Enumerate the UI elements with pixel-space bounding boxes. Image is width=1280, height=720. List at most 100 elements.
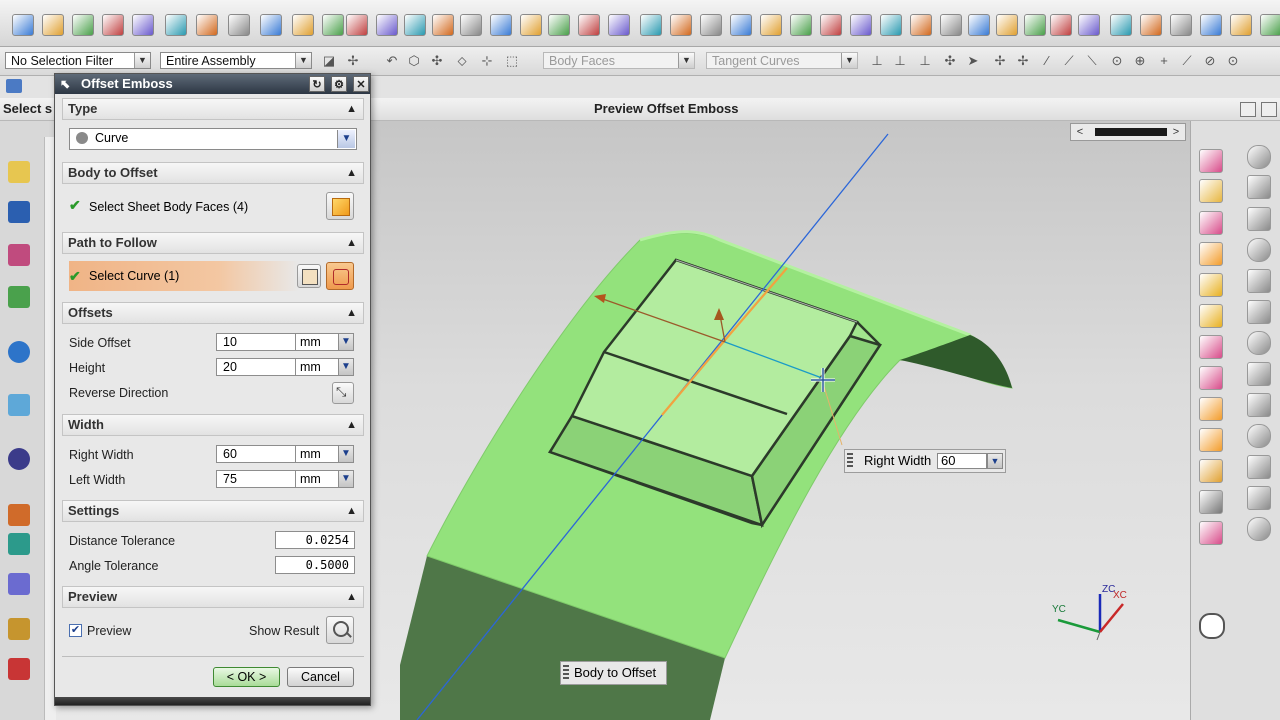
toolbar-command-icon[interactable] (1024, 14, 1046, 36)
render-style-icon[interactable] (1247, 331, 1271, 355)
snap-point-icon[interactable]: ✢ (1016, 54, 1030, 68)
rectangle-select-icon[interactable]: ⬚ (505, 54, 519, 68)
toolbar-command-icon[interactable] (820, 14, 842, 36)
toolbar-command-icon[interactable] (608, 14, 630, 36)
selection-scope-dropdown[interactable]: Entire Assembly ▼ (160, 52, 312, 69)
toolbar-command-icon[interactable] (1170, 14, 1192, 36)
cancel-button[interactable]: Cancel (287, 667, 354, 687)
filter-icon[interactable]: ◪ (322, 54, 336, 68)
toolbar-command-icon[interactable] (460, 14, 482, 36)
render-style-icon[interactable] (1247, 486, 1271, 510)
toolbar-command-icon[interactable] (996, 14, 1018, 36)
drag-grip-icon[interactable] (847, 453, 853, 469)
section-settings-header[interactable]: Settings ▲ (62, 500, 364, 522)
toolbar-command-icon[interactable] (1260, 14, 1280, 36)
toolbar-command-icon[interactable] (1200, 14, 1222, 36)
edit-object-display-icon[interactable] (1199, 428, 1223, 452)
toolbar-command-icon[interactable] (346, 14, 368, 36)
render-style-icon[interactable] (1247, 145, 1271, 169)
snap-point-icon[interactable]: ⊙ (1226, 54, 1240, 68)
side-offset-unit[interactable]: mm (296, 333, 339, 351)
left-width-input[interactable]: 75 (216, 470, 296, 488)
toolbar-command-icon[interactable] (1078, 14, 1100, 36)
snap-point-icon[interactable]: ⊥ (870, 54, 884, 68)
toolbar-command-icon[interactable] (1230, 14, 1252, 36)
scroll-thumb[interactable] (1095, 128, 1167, 136)
type-dropdown[interactable]: Curve ▼ (69, 128, 357, 150)
angle-tolerance-input[interactable]: 0.5000 (275, 556, 355, 574)
snap-point-icon[interactable]: + (1157, 54, 1171, 68)
chevron-left-icon[interactable]: < (1072, 125, 1088, 139)
show-result-button[interactable] (326, 616, 354, 644)
system-scenes-icon[interactable] (8, 658, 30, 680)
chevron-down-icon[interactable]: ▼ (987, 453, 1003, 469)
section-preview-header[interactable]: Preview ▲ (62, 586, 364, 608)
snap-point-icon[interactable]: ⊕ (1133, 54, 1147, 68)
toolbar-command-icon[interactable] (548, 14, 570, 36)
chevron-down-icon[interactable]: ▼ (338, 358, 354, 376)
toolbar-command-icon[interactable] (132, 14, 154, 36)
chevron-down-icon[interactable]: ▼ (338, 445, 354, 463)
constraint-navigator-icon[interactable] (8, 201, 30, 223)
snap-point-icon[interactable]: ⊥ (893, 54, 907, 68)
select-curve-button[interactable] (326, 262, 354, 290)
select-vertex-icon[interactable]: ⊹ (480, 54, 494, 68)
collapse-icon[interactable]: ▲ (346, 163, 357, 183)
render-style-icon[interactable] (1247, 393, 1271, 417)
toolbar-command-icon[interactable] (432, 14, 454, 36)
toolbar-command-icon[interactable] (940, 14, 962, 36)
toolbar-command-icon[interactable] (910, 14, 932, 36)
section-body-header[interactable]: Body to Offset ▲ (62, 162, 364, 184)
collapse-icon[interactable]: ▲ (346, 233, 357, 253)
render-style-icon[interactable] (1247, 238, 1271, 262)
toolbar-command-icon[interactable] (640, 14, 662, 36)
snap-point-icon[interactable]: ✣ (943, 54, 957, 68)
section-offsets-header[interactable]: Offsets ▲ (62, 302, 364, 324)
edit-object-display-icon[interactable] (1199, 273, 1223, 297)
chevron-down-icon[interactable]: ▼ (337, 130, 355, 148)
height-input[interactable]: 20 (216, 358, 296, 376)
edit-object-display-icon[interactable] (1199, 335, 1223, 359)
history-icon[interactable] (8, 394, 30, 416)
select-face-button[interactable] (326, 192, 354, 220)
snap-point-icon[interactable]: ⊘ (1203, 54, 1217, 68)
reuse-library-icon[interactable] (8, 286, 30, 308)
edit-object-display-icon[interactable] (1199, 366, 1223, 390)
toolbar-command-icon[interactable] (670, 14, 692, 36)
toolbar-command-icon[interactable] (700, 14, 722, 36)
toolbar-command-icon[interactable] (292, 14, 314, 36)
toolbar-command-icon[interactable] (322, 14, 344, 36)
snap-point-icon[interactable]: ∕ (1040, 54, 1054, 68)
close-icon[interactable]: ✕ (353, 76, 369, 92)
render-style-icon[interactable] (1247, 207, 1271, 231)
right-width-tag-input[interactable]: 60 (937, 453, 987, 469)
restore-window-icon[interactable] (1240, 102, 1256, 117)
select-body-icon[interactable]: ⬡ (407, 54, 421, 68)
side-offset-input[interactable]: 10 (216, 333, 296, 351)
toolbar-command-icon[interactable] (12, 14, 34, 36)
render-style-icon[interactable] (1247, 269, 1271, 293)
render-style-icon[interactable] (1247, 362, 1271, 386)
snap-icon[interactable]: ✢ (346, 54, 360, 68)
render-style-icon[interactable] (1247, 424, 1271, 448)
section-type-header[interactable]: Type ▲ (62, 98, 364, 120)
chevron-down-icon[interactable]: ▼ (338, 470, 354, 488)
toolbar-command-icon[interactable] (968, 14, 990, 36)
snap-point-icon[interactable]: ⟍ (1085, 54, 1099, 68)
collapse-icon[interactable]: ▲ (346, 99, 357, 119)
section-path-header[interactable]: Path to Follow ▲ (62, 232, 364, 254)
snap-point-icon[interactable]: ➤ (966, 54, 980, 68)
assembly-navigator-icon[interactable] (8, 161, 30, 183)
path-select-row[interactable]: ✔ Select Curve (1) (69, 261, 299, 291)
roles-icon[interactable] (8, 618, 30, 640)
body-select-row[interactable]: ✔ Select Sheet Body Faces (4) (69, 197, 248, 214)
toolbar-command-icon[interactable] (1140, 14, 1162, 36)
edit-object-display-icon[interactable] (1199, 149, 1223, 173)
web-browser-icon[interactable] (8, 341, 30, 363)
clock-icon[interactable] (1199, 613, 1225, 639)
clock-icon[interactable] (8, 448, 30, 470)
toolbar-command-icon[interactable] (376, 14, 398, 36)
part-navigator-icon[interactable] (8, 244, 30, 266)
curve-rule-dropdown[interactable]: Tangent Curves ▼ (706, 52, 858, 69)
toolbar-command-icon[interactable] (72, 14, 94, 36)
